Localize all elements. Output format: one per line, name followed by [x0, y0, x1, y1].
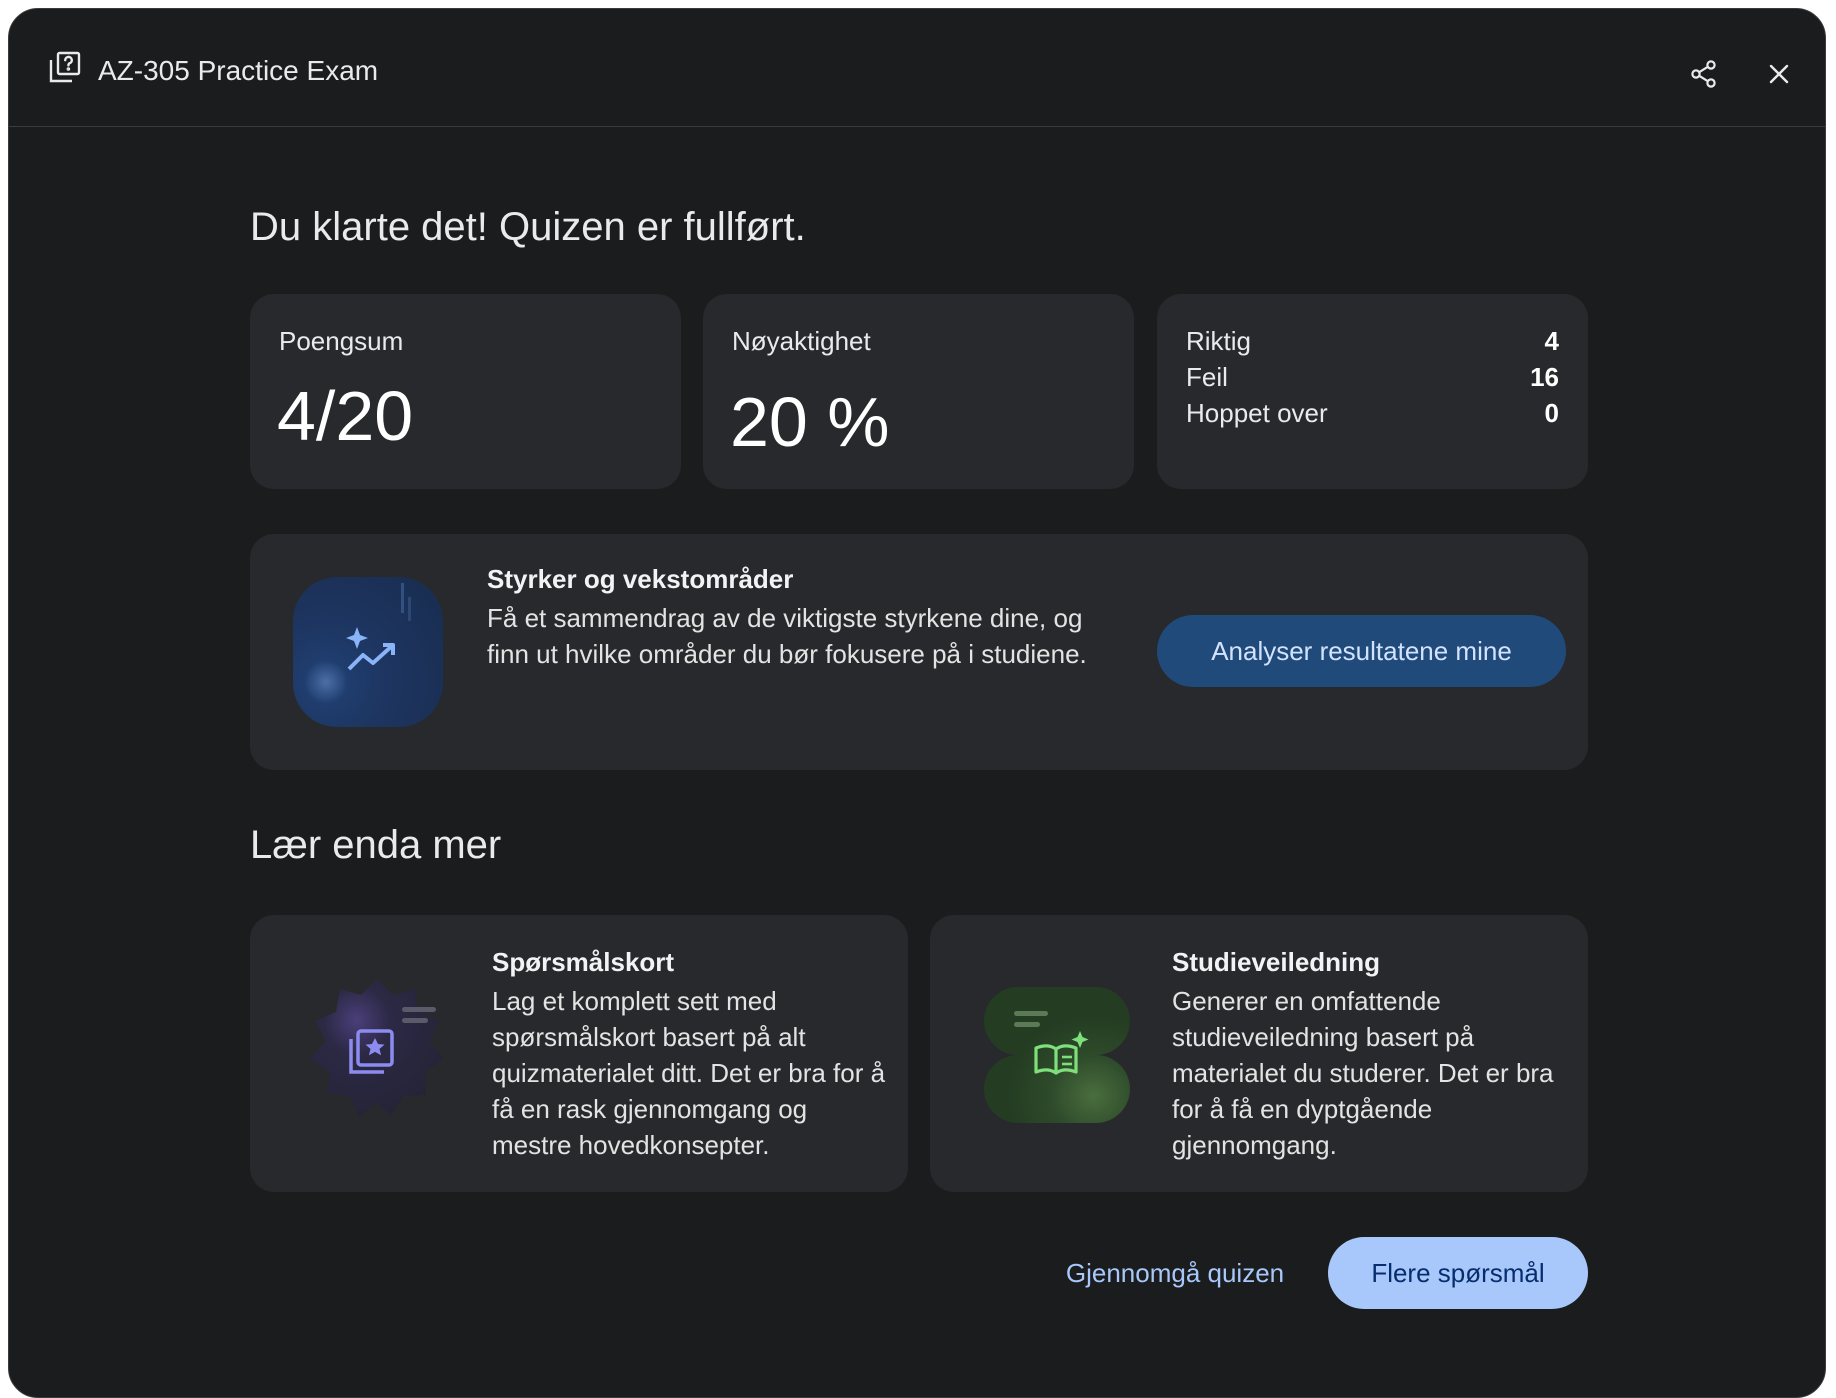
wrong-row: Feil 16: [1186, 362, 1559, 393]
correct-count: 4: [1544, 326, 1559, 356]
score-label: Poengsum: [279, 326, 404, 356]
quiz-results-dialog: AZ-305 Practice Exam Du klarte det! Quiz…: [8, 8, 1826, 1398]
skipped-row: Hoppet over 0: [1186, 398, 1559, 429]
skipped-label: Hoppet over: [1186, 398, 1328, 428]
flashcards-icon: [298, 973, 456, 1131]
wrong-label: Feil: [1186, 362, 1228, 392]
wrong-count: 16: [1530, 362, 1559, 392]
window-title: AZ-305 Practice Exam: [98, 55, 379, 86]
close-button[interactable]: [1759, 56, 1799, 96]
analyze-results-button[interactable]: Analyser resultatene mine: [1157, 615, 1566, 687]
accuracy-label: Nøyaktighet: [732, 326, 871, 356]
study-guide-description: Generer en omfattende studieveiledning b…: [1172, 986, 1554, 1160]
strengths-title: Styrker og vekstområder: [487, 564, 794, 594]
flashcards-card[interactable]: Spørsmålskort Lag et komplett sett med s…: [250, 915, 908, 1192]
title-bar: AZ-305 Practice Exam: [9, 9, 1825, 127]
close-icon: [1768, 63, 1790, 90]
more-questions-button[interactable]: Flere spørsmål: [1328, 1237, 1588, 1309]
share-button[interactable]: [1684, 56, 1724, 96]
skipped-count: 0: [1544, 398, 1559, 428]
study-guide-title: Studieveiledning: [1172, 947, 1381, 977]
correct-label: Riktig: [1186, 326, 1252, 356]
strengths-description: Få et sammendrag av de viktigste styrken…: [487, 603, 1087, 669]
trending-up-sparkle-icon: [293, 577, 443, 727]
completion-heading: Du klarte det! Quizen er fullført.: [250, 205, 806, 249]
quiz-icon: [48, 50, 82, 84]
accuracy-card: Nøyaktighet 20 %: [703, 294, 1134, 489]
accuracy-value: 20 %: [730, 383, 890, 461]
correct-row: Riktig 4: [1186, 326, 1559, 357]
score-card: Poengsum 4/20: [250, 294, 681, 489]
share-icon: [1689, 59, 1719, 94]
strengths-card: Styrker og vekstområder Få et sammendrag…: [250, 534, 1588, 770]
flashcards-description: Lag et komplett sett med spørsmålskort b…: [492, 986, 886, 1160]
flashcards-title: Spørsmålskort: [492, 947, 675, 977]
score-value: 4/20: [277, 377, 414, 455]
study-guide-book-icon: [978, 973, 1136, 1131]
review-quiz-button[interactable]: Gjennomgå quizen: [1035, 1237, 1315, 1309]
breakdown-card: Riktig 4 Feil 16 Hoppet over 0: [1157, 294, 1588, 489]
study-guide-card[interactable]: Studieveiledning Generer en omfattende s…: [930, 915, 1588, 1192]
learn-more-heading: Lær enda mer: [250, 823, 502, 867]
